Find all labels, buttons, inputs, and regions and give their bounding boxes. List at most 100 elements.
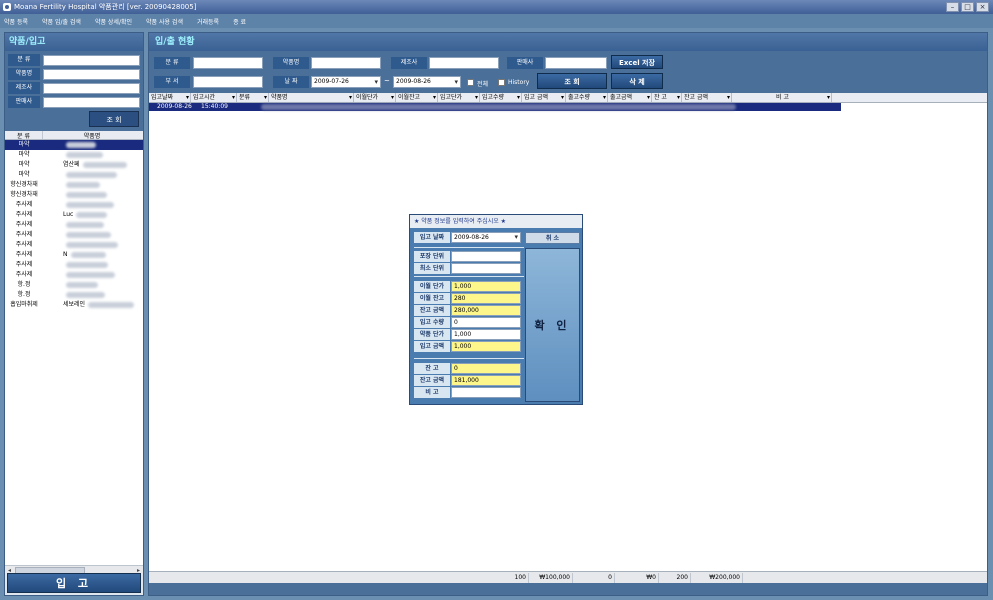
list-item[interactable]: 향신경차재 — [5, 190, 143, 200]
date-from-select[interactable]: 2009-07-26 — [311, 76, 381, 88]
dialog-cancel-button[interactable]: 취 소 — [525, 232, 580, 244]
menu-vendor-register[interactable]: 거래등록 — [197, 17, 219, 26]
obscured-text — [70, 251, 106, 258]
search-button[interactable]: 조 회 — [537, 73, 607, 89]
obscured-text — [66, 171, 117, 178]
close-icon[interactable]: × — [976, 2, 989, 12]
drug-name-label: 약품명 — [8, 68, 40, 80]
list-item-drug-name: 염산페 — [43, 160, 141, 170]
list-item-category: 향신경차재 — [10, 181, 38, 188]
grid-col-intake-time[interactable]: 입고시간 — [191, 93, 237, 102]
drug-name-field[interactable] — [42, 68, 140, 80]
dialog-field-input[interactable]: 280 — [451, 293, 521, 304]
filter-drug-field[interactable] — [311, 57, 381, 69]
list-item[interactable]: 마약 — [5, 140, 143, 150]
dialog-field-input[interactable]: 280,000 — [451, 305, 521, 316]
history-checkbox[interactable] — [498, 79, 505, 86]
list-item[interactable]: 향신경차재 — [5, 180, 143, 190]
grid-col-intake-date[interactable]: 입고날짜 — [149, 93, 191, 102]
menu-bar: 약품 등록 약품 입/출 검색 약품 상세/확인 약품 사용 검색 거래등록 종… — [0, 14, 993, 28]
footer-intake-qty: 100 — [487, 573, 529, 583]
dialog-field-input[interactable] — [451, 251, 521, 262]
column-category[interactable]: 분 류 — [5, 131, 43, 140]
filter-date-label: 날 짜 — [273, 76, 309, 88]
list-item[interactable]: 주사제 — [5, 260, 143, 270]
window-title: Moana Fertility Hospital 약품관리 [ver. 2009… — [14, 3, 197, 11]
menu-exit[interactable]: 종 료 — [233, 17, 246, 26]
list-item[interactable]: 주사제 — [5, 220, 143, 230]
dialog-field-input[interactable]: 1,000 — [451, 281, 521, 292]
grid-col-stock-amount[interactable]: 잔고 금액 — [682, 93, 732, 102]
dialog-field-label: 약품 단가 — [414, 329, 450, 340]
list-item-drug-name — [43, 190, 141, 200]
drug-list-header: 분 류 약품명 — [5, 131, 143, 140]
list-item[interactable]: 마약 — [5, 170, 143, 180]
menu-drug-inout-search[interactable]: 약품 입/출 검색 — [42, 17, 81, 26]
list-item[interactable]: 주사제 — [5, 230, 143, 240]
dialog-field-input[interactable]: 1,000 — [451, 341, 521, 352]
list-item-name-text: N — [63, 251, 68, 258]
dialog-field-label: 이월 잔고 — [414, 293, 450, 304]
grid-col-carry-stock[interactable]: 이월잔고 — [396, 93, 438, 102]
dialog-field-label: 입고 금액 — [414, 341, 450, 352]
grid-col-out-qty[interactable]: 출고수량 — [566, 93, 608, 102]
dialog-date-select[interactable]: 2009-08-26 — [451, 232, 521, 243]
obscured-text — [66, 231, 111, 238]
delete-button[interactable]: 삭 제 — [611, 73, 663, 89]
list-item[interactable]: 마약 — [5, 150, 143, 160]
menu-drug-register[interactable]: 약품 등록 — [4, 17, 28, 26]
list-item[interactable]: 주사제 — [5, 270, 143, 280]
column-drug-name[interactable]: 약품명 — [43, 131, 141, 140]
filter-category-field[interactable] — [193, 57, 263, 69]
grid-col-drug-name[interactable]: 약품명 — [269, 93, 354, 102]
list-item[interactable]: 주사제 N — [5, 250, 143, 260]
dialog-field-input[interactable]: 1,000 — [451, 329, 521, 340]
dialog-field-input[interactable]: 181,000 — [451, 375, 521, 386]
grid-col-out-amount[interactable]: 출고금액 — [608, 93, 652, 102]
intake-button[interactable]: 입 고 — [7, 573, 141, 593]
dialog-field-input[interactable] — [451, 263, 521, 274]
filter-seller-field[interactable] — [545, 57, 607, 69]
filter-maker-field[interactable] — [429, 57, 499, 69]
dialog-confirm-button[interactable]: 확 인 — [525, 248, 580, 402]
grid-col-carry-price[interactable]: 이월단가 — [354, 93, 396, 102]
row-date: 2009-08-26 — [157, 103, 192, 110]
grid-col-stock[interactable]: 잔 고 — [652, 93, 682, 102]
maximize-icon[interactable]: □ — [961, 2, 974, 12]
left-search-button[interactable]: 조 회 — [89, 111, 139, 127]
list-item[interactable]: 흡입마취제 세보레인 — [5, 300, 143, 310]
dialog-divider — [414, 247, 524, 248]
dialog-field-input[interactable]: 0 — [451, 363, 521, 374]
seller-field[interactable] — [42, 96, 140, 108]
list-item[interactable]: 주사제 Luc — [5, 210, 143, 220]
dialog-field-input[interactable] — [451, 387, 521, 398]
list-item[interactable]: 항.정 — [5, 280, 143, 290]
maker-field[interactable] — [42, 82, 140, 94]
list-item[interactable]: 주사제 — [5, 240, 143, 250]
excel-save-button[interactable]: Excel 저장 — [611, 55, 663, 69]
menu-drug-detail[interactable]: 약품 상세/확인 — [95, 17, 132, 26]
list-item[interactable]: 마약 염산페 — [5, 160, 143, 170]
seller-label: 판매사 — [8, 96, 40, 108]
grid-col-intake-amount[interactable]: 입고 금액 — [522, 93, 566, 102]
dialog-title: ★ 약품 정보를 입력하여 주십시오 ★ — [410, 215, 582, 228]
list-item-drug-name — [43, 260, 141, 270]
filter-dept-field[interactable] — [193, 76, 263, 88]
obscured-text — [76, 211, 108, 218]
grid-col-category[interactable]: 분류 — [237, 93, 269, 102]
grid-col-intake-qty[interactable]: 입고수량 — [480, 93, 522, 102]
minimize-icon[interactable]: – — [946, 2, 959, 12]
grid-col-intake-price[interactable]: 입고단가 — [438, 93, 480, 102]
list-item[interactable]: 주사제 — [5, 200, 143, 210]
menu-drug-usage-search[interactable]: 약품 사용 검색 — [146, 17, 183, 26]
grid-col-remarks[interactable]: 비 고 — [732, 93, 832, 102]
list-item-drug-name: Luc — [43, 210, 141, 220]
list-item-drug-name — [43, 280, 141, 290]
date-to-select[interactable]: 2009-08-26 — [393, 76, 461, 88]
all-checkbox[interactable] — [467, 79, 474, 86]
obscured-text — [66, 151, 103, 158]
table-row[interactable]: 2009-08-26 15:40:09 — [149, 103, 841, 111]
list-item[interactable]: 항.정 — [5, 290, 143, 300]
dialog-field-input[interactable]: 0 — [451, 317, 521, 328]
category-field[interactable] — [42, 54, 140, 66]
